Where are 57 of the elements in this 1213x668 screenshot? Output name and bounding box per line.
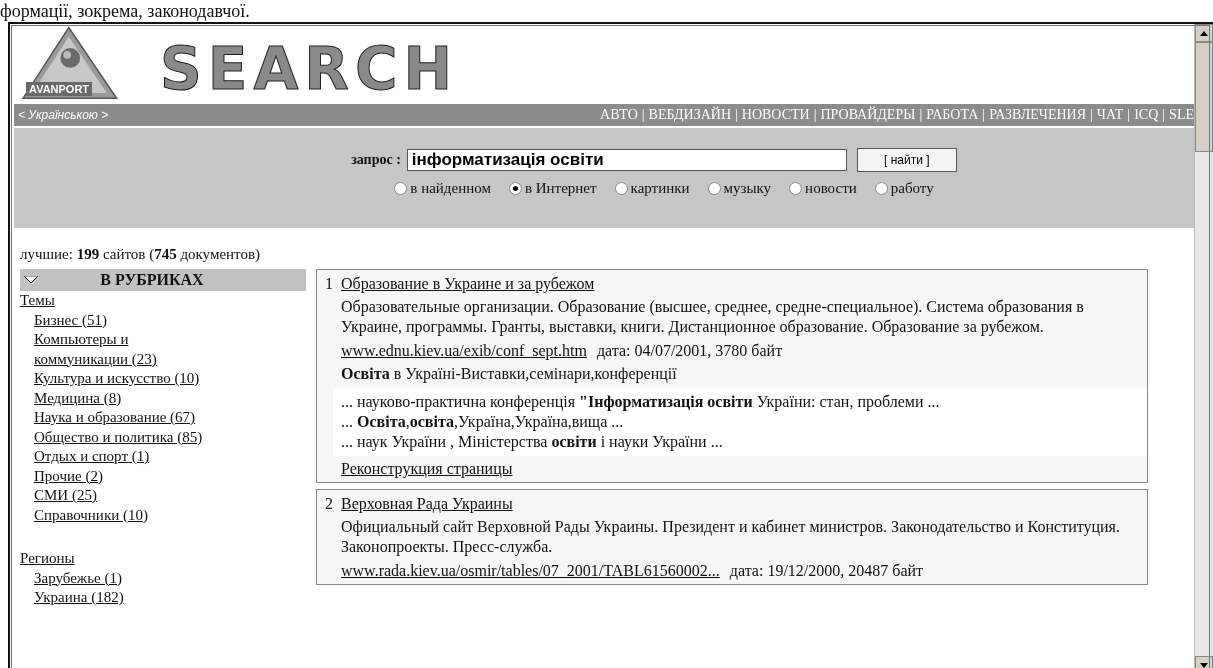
separator: | (982, 107, 986, 123)
sidebar-header[interactable]: В РУБРИКАХ (20, 269, 306, 291)
subcategory-link[interactable]: Отдых и спорт (1) (20, 447, 214, 467)
wordmark: SEARCH (160, 38, 459, 100)
category-link[interactable]: Регионы (20, 549, 306, 569)
subcategory-link[interactable]: Бизнес (51) (20, 310, 214, 330)
snippet-text: ... наук України , Міністерства освіти і науки України ... (341, 432, 724, 452)
result-description: Образовательные организации. Образование (высшее, среднее, средне-специальное). Система образования в Украине, программы. Гранты, выставки, книги. Дистанционное образование. Образование за рубежом. (341, 297, 1085, 337)
subcategory-link[interactable]: Зарубежье (1) (20, 568, 214, 588)
down-arrow-icon (1200, 662, 1208, 668)
result-title-link[interactable]: Верховная Рада Украины (341, 494, 513, 514)
separator: | (1127, 107, 1131, 123)
snippet-text: ... Освіта,освіта,Україна,Україна,вища ... (341, 412, 625, 432)
scope-radio[interactable]: картинки (614, 180, 690, 197)
result-url-link[interactable]: www.ednu.kiev.ua/exib/conf_sept.htm (341, 340, 587, 362)
search-field[interactable]: інформатизація освіти (406, 149, 847, 171)
result-meta: дата: 04/07/2001, 3780 байт (596, 341, 783, 362)
document-text: формації, зокрема, законодавчої. (0, 0, 251, 22)
subcategory-link[interactable]: СМИ (25) (20, 486, 214, 506)
scrollbar[interactable] (1194, 24, 1213, 668)
up-arrow-icon (1200, 30, 1208, 36)
result-url-link[interactable]: www.rada.kiev.ua/osmir/tables/07_2001/TABL61560002... (341, 560, 720, 582)
separator: | (735, 107, 738, 123)
subcategory-link[interactable]: Медицина (8) (20, 388, 214, 408)
result-number: 1 (325, 274, 333, 294)
sidebar-title: В РУБРИКАХ (99, 271, 205, 289)
scope-radio[interactable]: в Интернет (508, 180, 597, 197)
scope-radio[interactable]: музыку (707, 180, 772, 197)
subcategory-link[interactable]: Общество и политика (85) (20, 427, 214, 447)
page-title: Освіта в Україні-Виставки,семінари,конференції (341, 364, 678, 385)
subcategory-link[interactable]: Культура и искусство (10) (20, 369, 214, 389)
cached-page-link[interactable]: Реконструкция страницы (341, 458, 513, 480)
separator: | (1162, 107, 1166, 123)
separator: | (1090, 107, 1093, 123)
scope-radio[interactable]: в найденном (394, 180, 491, 197)
result-description: Официальный сайт Верховной Рады Украины. Президент и кабинет министров. Законодательство и Конституция. Законопроекты. Пресс-служба. (341, 517, 1121, 557)
result-title-link[interactable]: Образование в Украине и за рубежом (341, 274, 595, 294)
query-label: запрос : (351, 152, 401, 168)
scope-radio[interactable]: работу (874, 180, 934, 197)
scroll-up-button[interactable] (1195, 24, 1213, 42)
separator: | (919, 107, 923, 123)
subcategory-link[interactable]: Украина (182) (20, 588, 214, 608)
scroll-thumb[interactable] (1195, 42, 1213, 152)
separator: | (641, 107, 645, 123)
scope-radio[interactable]: новости (789, 180, 857, 197)
subcategory-link[interactable]: Справочники (10) (20, 505, 214, 525)
results-summary: лучшие: 199 сайтов (745 документов) (20, 246, 262, 263)
subcategory-link[interactable]: Компьютеры и коммуникации (23) (20, 330, 214, 369)
search-button[interactable]: [ найти ] (856, 148, 957, 172)
result-meta: дата: 19/12/2000, 20487 байт (729, 561, 924, 582)
snippet-text: ... науково-практична конференція "Інформатизація освіти України: стан, проблеми ... (341, 392, 941, 412)
separator: | (813, 107, 817, 123)
result-number: 2 (325, 494, 333, 514)
subcategory-link[interactable]: Прочие (2) (20, 466, 214, 486)
logo-text: AVANPORT (26, 82, 93, 96)
subcategory-link[interactable]: Наука и образование (67) (20, 408, 214, 428)
category-link[interactable]: Темы (20, 291, 306, 311)
